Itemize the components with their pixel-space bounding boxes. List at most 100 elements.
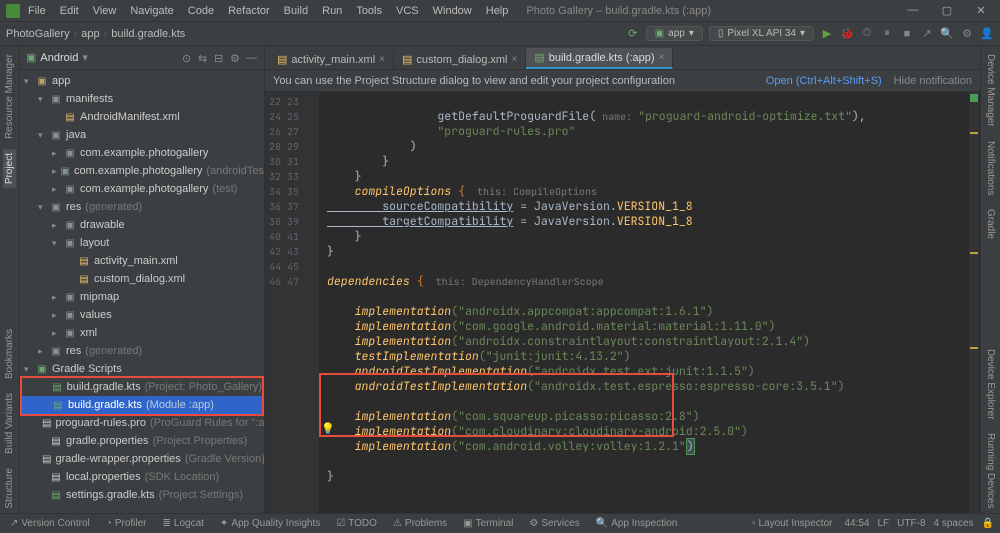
- menu-vcs[interactable]: VCS: [390, 3, 425, 19]
- tree-res-gen[interactable]: res: [66, 345, 81, 357]
- readonly-icon[interactable]: 🔒: [982, 518, 994, 529]
- sync-gradle-icon[interactable]: ⟳: [626, 27, 640, 41]
- profile-icon[interactable]: ⏱: [860, 27, 874, 41]
- close-icon[interactable]: ×: [659, 52, 665, 63]
- tree-build-gradle-project[interactable]: build.gradle.kts: [67, 381, 141, 393]
- bottom-tab-quality[interactable]: ✦ App Quality Insights: [216, 518, 324, 529]
- error-stripe[interactable]: [969, 92, 979, 513]
- code-body[interactable]: getDefaultProguardFile( name: "proguard-…: [319, 92, 980, 513]
- tree-layout[interactable]: layout: [80, 237, 109, 249]
- vtab-gradle[interactable]: Gradle: [984, 205, 997, 243]
- tree-mipmap[interactable]: mipmap: [80, 291, 119, 303]
- menu-navigate[interactable]: Navigate: [124, 3, 179, 19]
- bottom-tab-logcat[interactable]: ≣ Logcat: [159, 518, 208, 529]
- menu-file[interactable]: File: [22, 3, 52, 19]
- project-tree[interactable]: ▣app ▣manifests ▤AndroidManifest.xml ▣ja…: [20, 70, 264, 513]
- bottom-tab-vcs[interactable]: ↗ Version Control: [6, 518, 94, 529]
- tree-activity-main[interactable]: activity_main.xml: [94, 255, 178, 267]
- target-icon[interactable]: ⊙: [182, 52, 194, 64]
- tree-gradle-wrapper[interactable]: gradle-wrapper.properties: [55, 453, 180, 465]
- debug-icon[interactable]: 🐞: [840, 27, 854, 41]
- tree-java[interactable]: java: [66, 129, 86, 141]
- vtab-device-explorer[interactable]: Device Explorer: [984, 345, 997, 424]
- bottom-tab-todo[interactable]: ☑ TODO: [332, 518, 381, 529]
- git-icon[interactable]: ↗: [920, 27, 934, 41]
- indent-info[interactable]: 4 spaces: [934, 518, 974, 529]
- tree-gradle-scripts[interactable]: Gradle Scripts: [52, 363, 122, 375]
- editor-tab-activity-main[interactable]: ▤activity_main.xml×: [269, 50, 394, 69]
- menu-refactor[interactable]: Refactor: [222, 3, 276, 19]
- vtab-build-variants[interactable]: Build Variants: [3, 389, 16, 458]
- menu-edit[interactable]: Edit: [54, 3, 85, 19]
- run-config-device[interactable]: ▯ Pixel XL API 34 ▾: [709, 26, 814, 41]
- tree-gradle-properties[interactable]: gradle.properties: [66, 435, 149, 447]
- close-icon[interactable]: ×: [379, 54, 385, 65]
- menu-window[interactable]: Window: [427, 3, 478, 19]
- lightbulb-icon[interactable]: 💡: [321, 422, 335, 437]
- menu-help[interactable]: Help: [480, 3, 515, 19]
- run-config-app[interactable]: ▣ app ▾: [646, 26, 703, 41]
- vtab-running-devices[interactable]: Running Devices: [984, 429, 997, 513]
- banner-hide-link[interactable]: Hide notification: [894, 75, 972, 87]
- code-editor[interactable]: 22 23 24 25 26 27 28 29 30 31 32 33 34 3…: [265, 92, 980, 513]
- fold-gutter[interactable]: [305, 92, 319, 513]
- minimize-button[interactable]: —: [900, 4, 926, 17]
- banner-open-link[interactable]: Open (Ctrl+Alt+Shift+S): [766, 75, 882, 87]
- maximize-button[interactable]: ▢: [934, 4, 960, 17]
- tree-settings-gradle[interactable]: settings.gradle.kts: [66, 489, 155, 501]
- project-view-mode[interactable]: Android: [40, 52, 78, 64]
- tree-pkg2[interactable]: com.example.photogallery: [74, 165, 202, 177]
- collapse-icon[interactable]: ⊟: [214, 52, 226, 64]
- stop-icon[interactable]: ■: [900, 27, 914, 41]
- tree-custom-dialog[interactable]: custom_dialog.xml: [94, 273, 185, 285]
- close-icon[interactable]: ×: [512, 54, 518, 65]
- tree-proguard[interactable]: proguard-rules.pro: [55, 417, 146, 429]
- menu-view[interactable]: View: [87, 3, 123, 19]
- tree-androidmanifest[interactable]: AndroidManifest.xml: [80, 111, 180, 123]
- menu-build[interactable]: Build: [278, 3, 314, 19]
- hide-icon[interactable]: —: [246, 52, 258, 64]
- tree-res[interactable]: res: [66, 201, 81, 213]
- tree-app[interactable]: app: [52, 75, 70, 87]
- editor-tab-build-gradle[interactable]: ▤build.gradle.kts (:app)×: [526, 48, 673, 69]
- tree-values[interactable]: values: [80, 309, 112, 321]
- filter-icon[interactable]: ⇆: [198, 52, 210, 64]
- tree-pkg3[interactable]: com.example.photogallery: [80, 183, 208, 195]
- bottom-tab-services[interactable]: ⚙ Services: [525, 518, 583, 529]
- vtab-notifications[interactable]: Notifications: [984, 137, 997, 199]
- vtab-device-manager[interactable]: Device Manager: [984, 50, 997, 131]
- menu-tools[interactable]: Tools: [350, 3, 388, 19]
- vtab-bookmarks[interactable]: Bookmarks: [3, 325, 16, 383]
- search-icon[interactable]: 🔍: [940, 27, 954, 41]
- run-icon[interactable]: ▶: [820, 27, 834, 41]
- vtab-resource-manager[interactable]: Resource Manager: [3, 50, 16, 143]
- gear-icon[interactable]: ⚙: [230, 52, 242, 64]
- bottom-tab-layout-inspector[interactable]: ▫ Layout Inspector: [748, 518, 836, 529]
- attach-debugger-icon[interactable]: ⏸: [880, 27, 894, 41]
- tree-drawable[interactable]: drawable: [80, 219, 125, 231]
- tree-manifests[interactable]: manifests: [66, 93, 113, 105]
- tree-xml[interactable]: xml: [80, 327, 97, 339]
- menu-code[interactable]: Code: [182, 3, 220, 19]
- editor-tab-custom-dialog[interactable]: ▤custom_dialog.xml×: [394, 50, 526, 69]
- close-button[interactable]: ✕: [968, 4, 994, 17]
- crumb-file[interactable]: build.gradle.kts: [111, 28, 185, 40]
- tree-pkg1[interactable]: com.example.photogallery: [80, 147, 208, 159]
- settings-icon[interactable]: ⚙: [960, 27, 974, 41]
- bottom-tab-inspection[interactable]: 🔍 App Inspection: [592, 518, 682, 529]
- encoding[interactable]: UTF-8: [897, 518, 925, 529]
- crumb-project[interactable]: PhotoGallery: [6, 28, 70, 40]
- bottom-tab-profiler[interactable]: ◔ Profiler: [102, 518, 151, 529]
- vtab-project[interactable]: Project: [3, 149, 16, 188]
- bottom-tab-terminal[interactable]: ▣ Terminal: [459, 518, 517, 529]
- line-endings[interactable]: LF: [878, 518, 890, 529]
- vtab-structure[interactable]: Structure: [3, 464, 16, 513]
- breadcrumb[interactable]: PhotoGallery › app › build.gradle.kts: [6, 28, 185, 40]
- tree-build-gradle-app[interactable]: build.gradle.kts: [68, 399, 142, 411]
- bottom-tab-problems[interactable]: ⚠ Problems: [389, 518, 451, 529]
- project-view-header[interactable]: ▣ Android ▾ ⊙ ⇆ ⊟ ⚙ —: [20, 46, 264, 70]
- tree-local-properties[interactable]: local.properties: [66, 471, 141, 483]
- crumb-app[interactable]: app: [81, 28, 99, 40]
- menu-run[interactable]: Run: [316, 3, 348, 19]
- avatar-icon[interactable]: 👤: [980, 27, 994, 41]
